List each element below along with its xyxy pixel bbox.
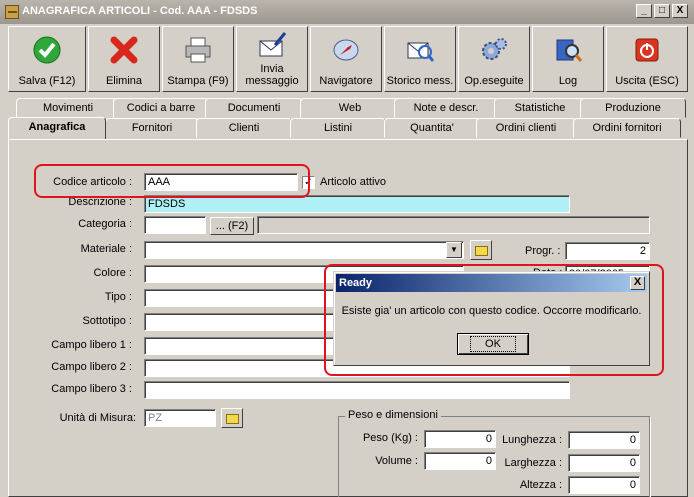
codice-highlight [34,164,310,198]
app-icon [5,5,19,19]
maximize-button[interactable]: □ [654,4,670,18]
categoria-code-input[interactable] [144,216,206,234]
campo-libero-3-input[interactable] [144,381,570,399]
colore-label: Colore : [93,267,132,279]
navigator-label: Navigatore [319,75,373,87]
compass-icon [333,39,359,61]
campo-libero-2-label: Campo libero 2 : [51,361,132,373]
operations-done-button[interactable]: Op.eseguite [458,26,530,92]
tab-documenti[interactable]: Documenti [205,98,303,118]
tab-quantita[interactable]: Quantita' [384,118,480,138]
volume-input[interactable]: 0 [424,452,496,470]
toolbar: Salva (F12) Elimina Stampa (F9) Invia me… [8,26,688,92]
minimize-button[interactable]: _ [636,4,652,18]
lunghezza-input[interactable]: 0 [568,431,640,449]
categoria-lookup-button[interactable]: ... (F2) [210,217,254,235]
sottotipo-label: Sottotipo : [82,315,132,327]
peso-dimensioni-title: Peso e dimensioni [345,409,441,421]
print-label: Stampa (F9) [167,75,229,87]
delete-button[interactable]: Elimina [88,26,160,92]
tab-listini[interactable]: Listini [290,118,386,138]
printer-icon [185,37,211,63]
materiale-dropdown-button[interactable]: ▼ [446,242,462,258]
save-check-icon [33,36,61,64]
tab-note-e-descr[interactable]: Note e descr. [394,98,498,118]
dialog-highlight [324,264,664,376]
delete-label: Elimina [105,75,143,87]
send-message-button[interactable]: Invia messaggio [236,26,308,92]
folder-icon [226,414,239,424]
window-title: ANAGRAFICA ARTICOLI - Cod. AAA - FDSDS [22,5,258,17]
save-button[interactable]: Salva (F12) [8,26,86,92]
unita-misura-input[interactable]: PZ [144,409,216,427]
send-message-icon [259,32,287,57]
tab-web[interactable]: Web [300,98,400,118]
navigator-button[interactable]: Navigatore [310,26,382,92]
altezza-label: Altezza : [519,479,562,491]
campo-libero-1-label: Campo libero 1 : [51,339,132,351]
materiale-select[interactable] [144,241,464,259]
peso-label: Peso (Kg) : [362,432,418,444]
articolo-attivo-label: Articolo attivo [320,176,387,188]
save-label: Salva (F12) [18,75,76,87]
log-label: Log [558,75,578,87]
larghezza-input[interactable]: 0 [568,454,640,472]
tab-ordini-clienti[interactable]: Ordini clienti [476,118,576,138]
app-window: ANAGRAFICA ARTICOLI - Cod. AAA - FDSDS _… [0,0,694,497]
exit-button[interactable]: Uscita (ESC) [606,26,688,92]
materiale-folder-button[interactable] [470,240,492,260]
tab-statistiche[interactable]: Statistiche [494,98,586,118]
tab-clienti[interactable]: Clienti [196,118,292,138]
categoria-description-field [257,216,650,234]
progr-label: Progr. : [525,245,561,257]
folder-icon [475,246,488,256]
volume-label: Volume : [375,455,418,467]
tab-ordini-fornitori[interactable]: Ordini fornitori [573,118,681,138]
send-message-label: Invia messaggio [245,63,299,87]
altezza-input[interactable]: 0 [568,476,640,494]
tab-anagrafica[interactable]: Anagrafica [8,117,106,139]
log-search-icon [556,39,583,62]
log-button[interactable]: Log [532,26,604,92]
operations-done-label: Op.eseguite [464,75,524,87]
categoria-label: Categoria : [78,218,132,230]
progr-field: 2 [565,242,650,260]
close-window-button[interactable]: X [672,4,688,18]
delete-x-icon [110,36,138,64]
tab-produzione[interactable]: Produzione [580,98,686,118]
message-history-label: Storico mess. [386,75,454,87]
tab-bar: Movimenti Codici a barre Documenti Web N… [0,96,694,140]
unita-folder-button[interactable] [221,408,243,428]
exit-label: Uscita (ESC) [615,75,679,87]
gears-icon [482,38,507,60]
materiale-label: Materiale : [80,243,132,255]
tab-fornitori[interactable]: Fornitori [105,118,199,138]
print-button[interactable]: Stampa (F9) [162,26,234,92]
larghezza-label: Larghezza : [504,457,562,469]
campo-libero-3-label: Campo libero 3 : [51,383,132,395]
tab-codici-a-barre[interactable]: Codici a barre [113,98,209,118]
message-history-icon [407,42,435,62]
lunghezza-label: Lunghezza : [502,434,562,446]
unita-misura-label: Unità di Misura: [59,412,136,424]
exit-icon [635,38,659,62]
message-history-button[interactable]: Storico mess. [384,26,456,92]
peso-input[interactable]: 0 [424,430,496,448]
title-bar: ANAGRAFICA ARTICOLI - Cod. AAA - FDSDS _… [0,0,694,24]
tipo-label: Tipo : [104,291,132,303]
tab-movimenti[interactable]: Movimenti [16,98,120,118]
